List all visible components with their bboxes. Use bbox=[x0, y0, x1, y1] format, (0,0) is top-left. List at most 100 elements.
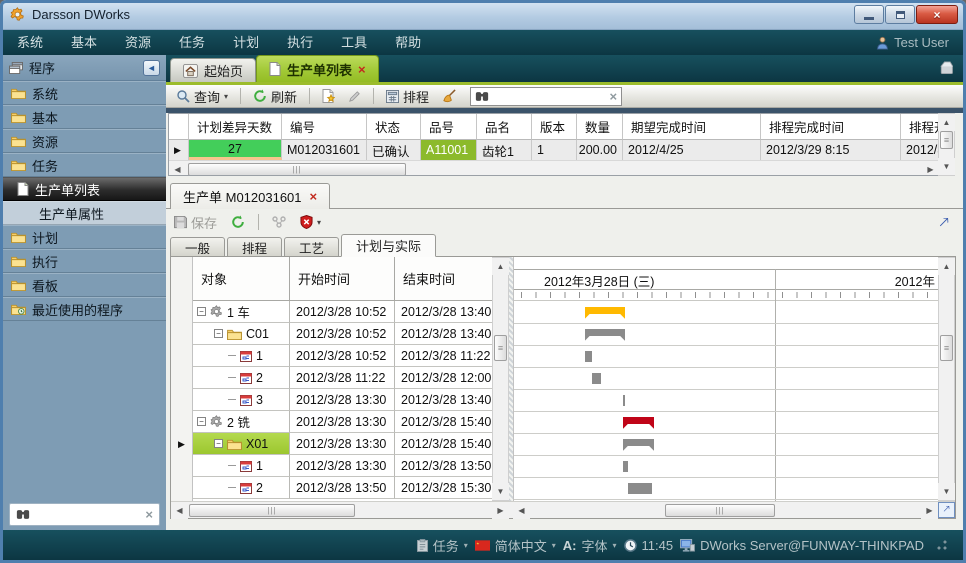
schedule-row-object[interactable]: 3 bbox=[193, 389, 290, 411]
schedule-row-end[interactable]: 2012/3/28 13:40 bbox=[395, 323, 493, 345]
edit-button[interactable] bbox=[344, 89, 365, 104]
detail-doc-close-icon[interactable]: × bbox=[310, 190, 318, 203]
scroll-left-icon[interactable]: ◀ bbox=[169, 161, 186, 177]
gantt-bar[interactable] bbox=[623, 461, 628, 472]
tab-production-order-list[interactable]: 生产单列表 × bbox=[256, 55, 379, 82]
schedule-row-object[interactable]: 1 bbox=[193, 345, 290, 367]
detail-tab-2[interactable]: 工艺 bbox=[284, 237, 339, 257]
grid-cell[interactable]: A11001 bbox=[421, 140, 477, 160]
scroll-up-icon[interactable]: ▲ bbox=[938, 114, 955, 131]
schedule-row-object[interactable]: −2 铣 bbox=[193, 411, 290, 433]
detail-tab-3[interactable]: 计划与实际 bbox=[341, 234, 436, 257]
sidebar-search-input[interactable] bbox=[36, 507, 139, 523]
detail-tab-0[interactable]: 一般 bbox=[170, 237, 225, 257]
menu-item-3[interactable]: 任务 bbox=[165, 30, 219, 55]
row-selector-cell[interactable] bbox=[171, 411, 192, 433]
menu-item-4[interactable]: 计划 bbox=[219, 30, 273, 55]
schedule-row-end[interactable]: 2012/3/28 13:40 bbox=[395, 301, 493, 323]
scroll-down-icon[interactable]: ▼ bbox=[938, 483, 955, 500]
row-selector-cell[interactable] bbox=[171, 389, 192, 411]
gantt-bar[interactable] bbox=[628, 483, 652, 494]
row-selector-cell[interactable] bbox=[171, 367, 192, 389]
schedule-table-vscrollbar[interactable]: ▲ ≡ ▼ bbox=[492, 257, 509, 501]
sidebar-item-5[interactable]: 生产单属性 bbox=[3, 201, 166, 225]
schedule-row-end[interactable]: 2012/3/28 11:22 bbox=[395, 345, 493, 367]
grid-column-header[interactable]: 数量 bbox=[577, 114, 623, 140]
grid-column-header[interactable]: 编号 bbox=[282, 114, 367, 140]
grid-column-header[interactable]: 排程开始时间 bbox=[901, 114, 938, 140]
order-grid-vscrollbar[interactable]: ▲ ≡ ▼ bbox=[938, 113, 955, 176]
row-selector-cell[interactable] bbox=[171, 455, 192, 477]
sidebar-item-9[interactable]: 最近使用的程序 bbox=[3, 297, 166, 321]
tree-expander-icon[interactable]: − bbox=[197, 417, 206, 426]
schedule-column-header[interactable]: 开始时间 bbox=[290, 257, 395, 301]
schedule-row-start[interactable]: 2012/3/28 10:52 bbox=[290, 301, 395, 323]
hscroll-thumb[interactable]: ||| bbox=[665, 504, 775, 517]
schedule-button[interactable]: 排程 bbox=[382, 86, 433, 107]
status-language-selector[interactable]: 简体中文 ▾ bbox=[475, 536, 556, 555]
schedule-row-start[interactable]: 2012/3/28 13:30 bbox=[290, 411, 395, 433]
grid-column-header[interactable]: 品名 bbox=[477, 114, 532, 140]
grid-cell[interactable]: 200.00 bbox=[577, 140, 623, 160]
hscroll-thumb[interactable]: ||| bbox=[189, 504, 355, 517]
restore-button[interactable] bbox=[885, 5, 915, 24]
grid-cell[interactable]: 齿轮1 bbox=[477, 140, 532, 160]
status-task-selector[interactable]: 任务 ▾ bbox=[417, 536, 468, 555]
window-list-icon[interactable] bbox=[937, 61, 953, 74]
save-button[interactable]: 保存 bbox=[170, 212, 221, 233]
gantt-bar[interactable] bbox=[623, 395, 625, 406]
vscroll-thumb[interactable]: ≡ bbox=[940, 131, 953, 149]
new-button[interactable] bbox=[318, 88, 339, 104]
minimize-button[interactable] bbox=[854, 5, 884, 24]
scroll-right-icon[interactable]: ▶ bbox=[492, 502, 509, 519]
schedule-column-header[interactable]: 结束时间 bbox=[395, 257, 493, 301]
popout-icon[interactable]: 🡕 bbox=[939, 212, 949, 237]
gantt-vscrollbar[interactable]: ▲ ≡ ▼ bbox=[938, 257, 955, 501]
gantt-bar[interactable] bbox=[623, 417, 654, 429]
tree-expander-icon[interactable]: − bbox=[214, 329, 223, 338]
menu-item-5[interactable]: 执行 bbox=[273, 30, 327, 55]
row-selector-cell[interactable] bbox=[171, 345, 192, 367]
grid-cell[interactable]: 2012/3/29 8:15 bbox=[761, 140, 901, 160]
query-button[interactable]: 查询 ▾ bbox=[172, 86, 232, 107]
scroll-right-icon[interactable]: ▶ bbox=[921, 502, 938, 519]
menu-item-0[interactable]: 系统 bbox=[3, 30, 57, 55]
validate-button[interactable]: ▾ bbox=[296, 214, 325, 230]
gantt-popout-icon[interactable]: 🡕 bbox=[938, 502, 955, 518]
detail-tab-1[interactable]: 排程 bbox=[227, 237, 282, 257]
sidebar-item-0[interactable]: 系统 bbox=[3, 81, 166, 105]
scroll-down-icon[interactable]: ▼ bbox=[492, 483, 509, 500]
grid-column-header[interactable]: 期望完成时间 bbox=[623, 114, 761, 140]
row-selector-cell[interactable] bbox=[171, 323, 192, 345]
grid-filter-clear-icon[interactable]: × bbox=[609, 90, 617, 103]
grid-cell[interactable]: M012031601 bbox=[282, 140, 367, 160]
gantt-bar[interactable] bbox=[585, 329, 626, 341]
resize-grip[interactable] bbox=[937, 540, 947, 550]
sidebar-item-8[interactable]: 看板 bbox=[3, 273, 166, 297]
schedule-row-end[interactable]: 2012/3/28 15:30 bbox=[395, 477, 493, 499]
menu-item-1[interactable]: 基本 bbox=[57, 30, 111, 55]
schedule-row-object[interactable]: −C01 bbox=[193, 323, 290, 345]
schedule-row-start[interactable]: 2012/3/28 10:52 bbox=[290, 323, 395, 345]
schedule-row-object[interactable]: 2 bbox=[193, 367, 290, 389]
clean-button[interactable] bbox=[438, 88, 461, 104]
schedule-row-end[interactable]: 2012/3/28 12:00 bbox=[395, 367, 493, 389]
sidebar-item-6[interactable]: 计划 bbox=[3, 225, 166, 249]
query-caret-icon[interactable]: ▾ bbox=[224, 92, 228, 101]
scroll-right-icon[interactable]: ▶ bbox=[922, 161, 938, 177]
scroll-up-icon[interactable]: ▲ bbox=[938, 258, 955, 275]
hscroll-thumb[interactable]: ||| bbox=[188, 163, 406, 176]
order-grid-hscrollbar[interactable]: ◀ ||| ▶ bbox=[169, 160, 938, 176]
gantt-bar[interactable] bbox=[592, 373, 601, 384]
close-button[interactable]: × bbox=[916, 5, 958, 24]
grid-cell[interactable]: 已确认 bbox=[367, 140, 421, 160]
user-indicator[interactable]: Test User bbox=[876, 35, 963, 50]
refresh-button[interactable]: 刷新 bbox=[249, 86, 301, 107]
grid-cell[interactable]: 1 bbox=[532, 140, 577, 160]
schedule-row-start[interactable]: 2012/3/28 13:30 bbox=[290, 389, 395, 411]
schedule-row-object[interactable]: 1 bbox=[193, 455, 290, 477]
detail-doc-tab[interactable]: 生产单 M012031601 × bbox=[170, 183, 330, 209]
grid-filter-input[interactable] bbox=[493, 88, 605, 104]
menu-item-6[interactable]: 工具 bbox=[327, 30, 381, 55]
grid-column-header[interactable]: 排程完成时间 bbox=[761, 114, 901, 140]
